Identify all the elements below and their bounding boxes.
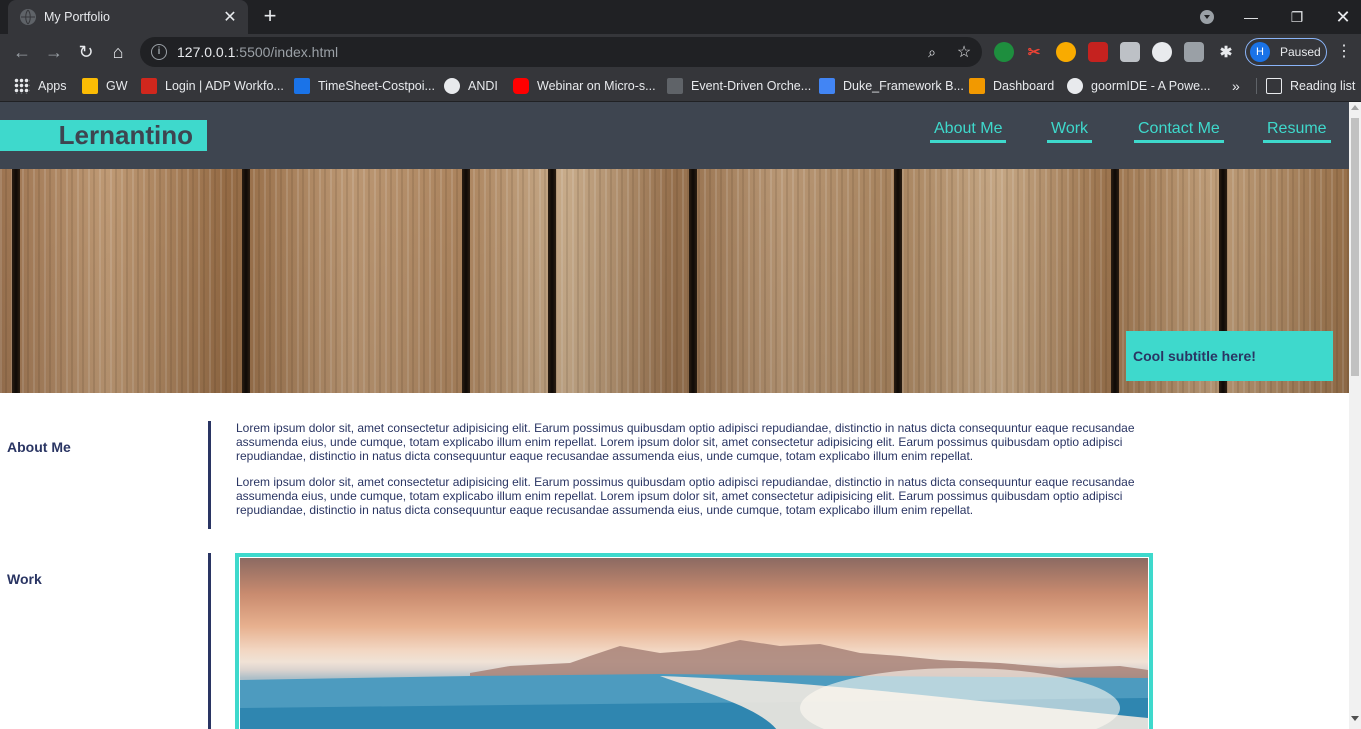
plank-gap xyxy=(12,169,20,393)
bookmark-event-driven[interactable]: Event-Driven Orche... xyxy=(667,74,811,98)
about-paragraph-1: Lorem ipsum dolor sit, amet consectetur … xyxy=(236,421,1135,463)
bookmark-andi[interactable]: ANDI xyxy=(444,74,498,98)
section-label-work: Work xyxy=(7,571,42,587)
work-section-rule xyxy=(208,553,211,729)
url-path: :5500/index.html xyxy=(235,44,339,60)
project-image xyxy=(240,558,1148,729)
globe-icon xyxy=(444,78,460,94)
restore-button[interactable]: ❐ xyxy=(1282,0,1312,34)
reload-icon[interactable]: ↻ xyxy=(72,38,100,66)
puzzle-icon[interactable]: ✱ xyxy=(1216,42,1236,62)
dashboard-icon xyxy=(969,78,985,94)
page-scrollbar[interactable] xyxy=(1349,102,1361,729)
bookmark-label: Event-Driven Orche... xyxy=(691,79,812,93)
back-arrow-icon[interactable]: ← xyxy=(8,38,36,66)
section-label-about-me: About Me xyxy=(7,439,71,455)
new-tab-button[interactable]: + xyxy=(258,5,282,29)
bookmark-goormide[interactable]: goormIDE - A Powe... xyxy=(1067,74,1211,98)
bookmark-apps[interactable]: Apps xyxy=(14,74,67,98)
bookmark-gw[interactable]: GW xyxy=(82,74,128,98)
bookmark-label: TimeSheet-Costpoi... xyxy=(318,79,435,93)
bookmark-label: goormIDE - A Powe... xyxy=(1091,79,1211,93)
person-icon xyxy=(1067,78,1083,94)
nav-link-work[interactable]: Work xyxy=(1047,120,1093,143)
bookmark-label: Dashboard xyxy=(993,79,1055,93)
bookmark-duke[interactable]: Duke_Framework B... xyxy=(819,74,964,98)
about-paragraph-2: Lorem ipsum dolor sit, amet consectetur … xyxy=(236,475,1135,517)
avatar: H xyxy=(1250,42,1270,62)
browser-tab[interactable]: My Portfolio ✕ xyxy=(8,0,248,34)
board-icon xyxy=(819,78,835,94)
pages-extension-icon[interactable] xyxy=(1120,42,1140,62)
more-menu-icon[interactable]: ⋮ xyxy=(1334,42,1354,62)
bookmark-timesheet[interactable]: TimeSheet-Costpoi... xyxy=(294,74,435,98)
bookmarks-divider xyxy=(1256,78,1257,94)
bookmark-star-icon[interactable]: ☆ xyxy=(954,42,974,62)
bookmark-label: Duke_Framework B... xyxy=(843,79,964,93)
plank-gap xyxy=(242,169,250,393)
chevron-logo-icon xyxy=(294,78,310,94)
nav-link-resume[interactable]: Resume xyxy=(1263,120,1331,143)
page-viewport: Lernantino About Me Work Contact Me Resu… xyxy=(0,102,1349,729)
tab-close-icon[interactable]: ✕ xyxy=(220,7,240,27)
bookmarks-overflow-button[interactable]: » xyxy=(1232,74,1240,98)
youtube-icon xyxy=(513,78,529,94)
apps-grid-icon xyxy=(14,78,30,94)
bookmark-label: Apps xyxy=(38,79,67,93)
bookmark-dashboard[interactable]: Dashboard xyxy=(969,74,1054,98)
forward-arrow-icon[interactable]: → xyxy=(40,38,68,66)
plank-gap xyxy=(462,169,470,393)
url-text[interactable]: 127.0.0.1:5500/index.html xyxy=(177,44,922,60)
about-section-rule xyxy=(208,421,211,529)
work-project-card[interactable] xyxy=(235,553,1153,729)
site-logo[interactable]: Lernantino xyxy=(0,120,207,151)
profile-button[interactable]: H Paused xyxy=(1245,38,1327,66)
nav-link-contact-me[interactable]: Contact Me xyxy=(1134,120,1224,143)
green-dot-extension-icon[interactable] xyxy=(994,42,1014,62)
plank-gap xyxy=(548,169,556,393)
plank-gap xyxy=(894,169,902,393)
plank-gap xyxy=(1111,169,1119,393)
site-info-icon[interactable]: i xyxy=(151,44,167,60)
tab-search-icon[interactable] xyxy=(1196,0,1218,34)
hero-subtitle: Cool subtitle here! xyxy=(1126,331,1333,381)
scroll-up-arrow-icon[interactable] xyxy=(1351,105,1359,110)
browser-toolbar: ← → ↻ ⌂ i 127.0.0.1:5500/index.html ⌕ ☆ … xyxy=(0,34,1361,70)
close-window-button[interactable]: ✕ xyxy=(1328,0,1358,34)
photo-extension-icon[interactable] xyxy=(1184,42,1204,62)
tab-title: My Portfolio xyxy=(44,10,110,24)
bookmarks-bar: Apps GW Login | ADP Workfo... TimeSheet-… xyxy=(0,70,1361,102)
bookmark-label: Webinar on Micro-s... xyxy=(537,79,656,93)
url-host: 127.0.0.1 xyxy=(177,44,236,60)
nav-link-about-me[interactable]: About Me xyxy=(930,120,1007,143)
owl-extension-icon[interactable] xyxy=(1056,42,1076,62)
site-header: Lernantino About Me Work Contact Me Resu… xyxy=(0,102,1349,169)
bookmark-label: GW xyxy=(106,79,128,93)
adp-icon xyxy=(141,78,157,94)
hexagon-icon xyxy=(667,78,683,94)
globe-icon xyxy=(20,9,36,25)
plank-gap xyxy=(689,169,697,393)
pdf-extension-icon[interactable] xyxy=(1088,42,1108,62)
tab-strip: My Portfolio ✕ + — ❐ ✕ xyxy=(0,0,1361,34)
reading-list-icon xyxy=(1266,78,1282,94)
home-icon[interactable]: ⌂ xyxy=(104,38,132,66)
reading-list-button[interactable]: Reading list xyxy=(1266,74,1355,98)
red-tool-extension-icon[interactable]: ✂ xyxy=(1024,42,1044,62)
reading-list-label: Reading list xyxy=(1290,79,1356,93)
minimize-button[interactable]: — xyxy=(1236,0,1266,34)
bookmark-label: Login | ADP Workfo... xyxy=(165,79,284,93)
bookmark-label: ANDI xyxy=(468,79,498,93)
folder-icon xyxy=(82,78,98,94)
bookmark-adp[interactable]: Login | ADP Workfo... xyxy=(141,74,284,98)
zoom-icon[interactable]: ⌕ xyxy=(922,44,942,61)
bookmark-webinar[interactable]: Webinar on Micro-s... xyxy=(513,74,656,98)
circle-extension-icon[interactable] xyxy=(1152,42,1172,62)
scrollbar-thumb[interactable] xyxy=(1351,118,1359,376)
address-bar[interactable]: i 127.0.0.1:5500/index.html ⌕ ☆ xyxy=(140,37,982,67)
scroll-down-arrow-icon[interactable] xyxy=(1351,716,1359,721)
profile-status: Paused xyxy=(1280,45,1321,59)
